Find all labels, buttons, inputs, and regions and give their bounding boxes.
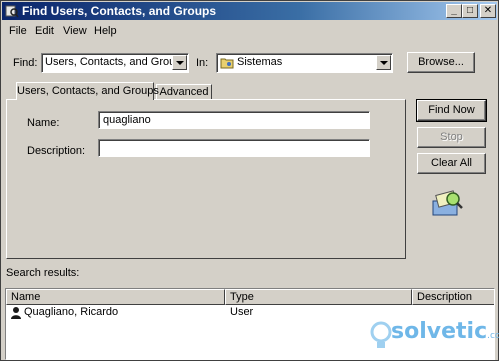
column-header-name[interactable]: Name bbox=[6, 289, 225, 305]
menu-edit[interactable]: Edit bbox=[35, 25, 54, 37]
title-bar[interactable]: Find Users, Contacts, and Groups _ □ ✕ bbox=[2, 2, 497, 20]
result-type: User bbox=[230, 306, 254, 318]
menu-view[interactable]: View bbox=[63, 25, 87, 37]
tab-advanced[interactable]: Advanced bbox=[156, 84, 212, 100]
chevron-down-icon[interactable] bbox=[172, 55, 187, 70]
clear-all-button[interactable]: Clear All bbox=[417, 153, 486, 174]
chevron-down-icon[interactable] bbox=[376, 55, 391, 70]
browse-button[interactable]: Browse... bbox=[407, 52, 475, 73]
find-label: Find: bbox=[13, 57, 38, 69]
in-location-combo[interactable]: Sistemas bbox=[216, 53, 393, 73]
stop-button[interactable]: Stop bbox=[417, 127, 486, 148]
watermark-text: solvetic bbox=[391, 319, 488, 344]
find-type-value: Users, Contacts, and Groups bbox=[45, 56, 187, 68]
find-type-combo[interactable]: Users, Contacts, and Groups bbox=[41, 53, 189, 73]
column-header-type[interactable]: Type bbox=[225, 289, 412, 305]
result-name: Quagliano, Ricardo bbox=[24, 306, 119, 318]
menu-help[interactable]: Help bbox=[94, 25, 117, 37]
window-title: Find Users, Contacts, and Groups bbox=[22, 4, 217, 18]
watermark: solvetic.com bbox=[391, 319, 499, 344]
find-app-icon bbox=[5, 5, 19, 18]
close-button[interactable]: ✕ bbox=[480, 4, 496, 18]
name-label: Name: bbox=[27, 117, 60, 129]
tab-users-contacts-groups[interactable]: Users, Contacts, and Groups bbox=[16, 82, 159, 100]
watermark-suffix: .com bbox=[487, 331, 499, 341]
menu-file[interactable]: File bbox=[9, 25, 27, 37]
find-now-button[interactable]: Find Now bbox=[416, 99, 487, 122]
in-location-value: Sistemas bbox=[237, 56, 283, 68]
find-window: Find Users, Contacts, and Groups _ □ ✕ F… bbox=[0, 0, 499, 361]
table-row[interactable]: Quagliano, Ricardo User bbox=[6, 305, 494, 320]
maximize-button[interactable]: □ bbox=[462, 4, 478, 18]
search-animation-icon bbox=[432, 190, 463, 216]
description-label: Description: bbox=[27, 145, 86, 157]
search-results-label: Search results: bbox=[6, 267, 80, 279]
column-header-description[interactable]: Description bbox=[412, 289, 494, 305]
minimize-button[interactable]: _ bbox=[446, 4, 462, 18]
folder-icon bbox=[220, 58, 234, 69]
user-icon bbox=[11, 307, 21, 319]
description-field[interactable] bbox=[98, 139, 370, 157]
solvetic-logo-icon bbox=[370, 321, 392, 348]
in-label: In: bbox=[196, 57, 209, 69]
name-field[interactable] bbox=[98, 111, 370, 129]
